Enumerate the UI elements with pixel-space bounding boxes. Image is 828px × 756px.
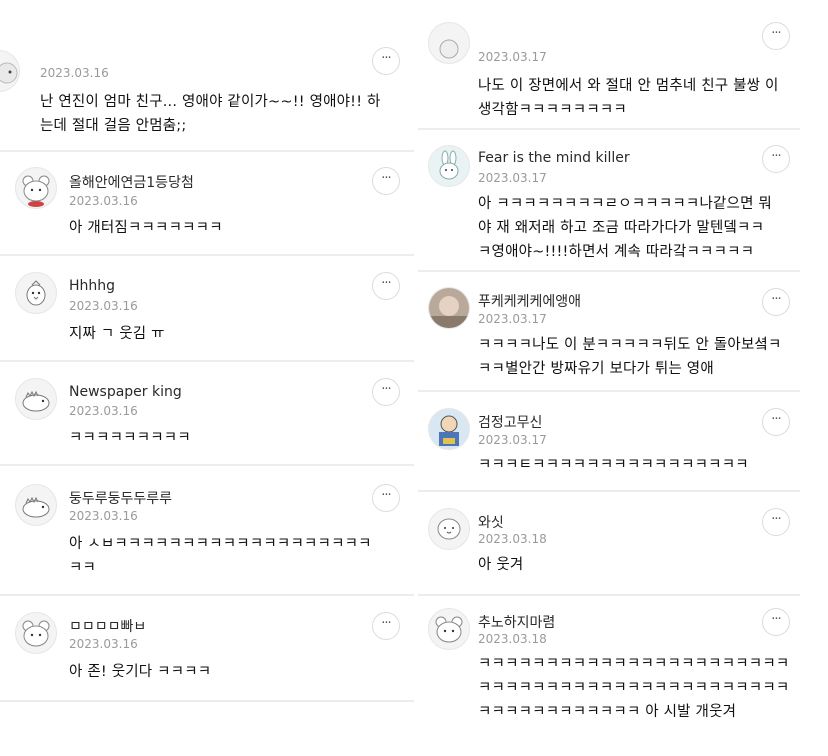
more-options-button[interactable]: ··· [372, 378, 400, 406]
comment-username[interactable]: 올해안에연금1등당첨 [69, 172, 194, 192]
photo-avatar-icon[interactable] [428, 287, 470, 329]
comment-text: ㅋㅋㅋㅌㅋㅋㅋㅋㅋㅋㅋㅋㅋㅋㅋㅋㅋㅋㅋㅋ [478, 457, 749, 473]
comment-text: ㅋㅋㅋㅋㅋㅋㅋㅋㅋ [69, 430, 191, 446]
more-options-button[interactable]: ··· [762, 145, 790, 173]
comment-item: Newspaper king 2023.03.16 ··· ㅋㅋㅋㅋㅋㅋㅋㅋㅋ [0, 362, 414, 464]
comment-username[interactable]: 추노하지마렴 [478, 612, 555, 632]
comment-date: 2023.03.18 [478, 532, 547, 546]
comment-item: 추노하지마렴 2023.03.18 ··· ㅋㅋㅋㅋㅋㅋㅋㅋㅋㅋㅋㅋㅋㅋㅋㅋㅋㅋ… [418, 596, 828, 746]
comment-date: 2023.03.18 [478, 632, 547, 646]
chick-avatar-icon[interactable] [15, 272, 57, 314]
comment-date: 2023.03.16 [69, 299, 138, 313]
comment-date: 2023.03.17 [478, 312, 547, 326]
comment-text: ㅋㅋㅋㅋ나도 이 분ㅋㅋㅋㅋㅋ뒤도 안 돌아보셬ㅋ ㅋㅋ별안간 방짜유기 보다가… [478, 337, 782, 377]
comment-text: 아 존! 웃기다 ㅋㅋㅋㅋ [69, 664, 212, 680]
animal-avatar-icon[interactable] [428, 22, 470, 64]
comment-text: 아 ㅋㅋㅋㅋㅋㅋㅋㅋㄹㅇㅋㅋㅋㅋㅋ나같으면 뭐 야 재 왜저래 하고 조금 따라… [478, 196, 772, 260]
comment-username[interactable]: Hhhhg [69, 278, 115, 294]
comment-date: 2023.03.16 [69, 404, 138, 418]
comment-text: 나도 이 장면에서 와 절대 안 멈추네 친구 불쌍 이 생각함ㅋㅋㅋㅋㅋㅋㅋㅋ [478, 78, 779, 118]
dinosaur-avatar-icon[interactable] [15, 378, 57, 420]
cartoon-avatar-icon[interactable] [428, 408, 470, 450]
comment-text: 아 개터짐ㅋㅋㅋㅋㅋㅋㅋ [69, 220, 223, 236]
dinosaur-avatar-icon[interactable] [15, 484, 57, 526]
comment-item: Hhhhg 2023.03.16 ··· 지짜 ㄱ 웃김 ㅠ [0, 256, 414, 360]
comment-text: 아 ㅅㅂㅋㅋㅋㅋㅋㅋㅋㅋㅋㅋㅋㅋㅋㅋㅋㅋㅋㅋㅋ ㅋㅋ [69, 536, 372, 576]
comment-text: 아 웃겨 [478, 557, 524, 573]
comment-username[interactable]: Fear is the mind killer [478, 150, 630, 166]
comment-date: 2023.03.17 [478, 433, 547, 447]
comment-column-left: 2023.03.16 ··· 난 연진이 엄마 친구... 영애야 같이가~~!… [0, 0, 414, 756]
animal-avatar-icon[interactable] [0, 50, 20, 92]
comment-item: 2023.03.16 ··· 난 연진이 엄마 친구... 영애야 같이가~~!… [0, 0, 414, 150]
more-options-button[interactable]: ··· [372, 484, 400, 512]
bear-avatar-icon[interactable] [15, 612, 57, 654]
comment-date: 2023.03.16 [40, 66, 109, 80]
more-options-button[interactable]: ··· [762, 22, 790, 50]
comment-date: 2023.03.16 [69, 637, 138, 651]
more-options-button[interactable]: ··· [762, 508, 790, 536]
comment-column-right: 2023.03.17 ··· 나도 이 장면에서 와 절대 안 멈추네 친구 불… [418, 0, 828, 756]
comment-item: ㅁㅁㅁㅁ빠ㅂ 2023.03.16 ··· 아 존! 웃기다 ㅋㅋㅋㅋ [0, 596, 414, 700]
comment-username[interactable]: Newspaper king [69, 384, 182, 400]
comment-item: 푸케케케케에앵애 2023.03.17 ··· ㅋㅋㅋㅋ나도 이 분ㅋㅋㅋㅋㅋ뒤… [418, 272, 828, 390]
comment-date: 2023.03.17 [478, 171, 547, 185]
bear-avatar-icon[interactable] [428, 608, 470, 650]
more-options-button[interactable]: ··· [762, 288, 790, 316]
comment-text: 지짜 ㄱ 웃김 ㅠ [69, 326, 165, 342]
comment-username[interactable]: 와싯 [478, 512, 504, 532]
comment-item: 와싯 2023.03.18 ··· 아 웃겨 [418, 492, 828, 594]
comment-item: Fear is the mind killer 2023.03.17 ··· 아… [418, 130, 828, 270]
more-options-button[interactable]: ··· [762, 408, 790, 436]
comment-username[interactable]: 검정고무신 [478, 412, 542, 432]
comment-date: 2023.03.16 [69, 509, 138, 523]
comment-text: 난 연진이 엄마 친구... 영애야 같이가~~!! 영애야!! 하 는데 절대… [40, 94, 381, 134]
comment-item: 검정고무신 2023.03.17 ··· ㅋㅋㅋㅌㅋㅋㅋㅋㅋㅋㅋㅋㅋㅋㅋㅋㅋㅋㅋ… [418, 392, 828, 490]
comment-date: 2023.03.16 [69, 194, 138, 208]
comment-date: 2023.03.17 [478, 50, 547, 64]
comment-text: ㅋㅋㅋㅋㅋㅋㅋㅋㅋㅋㅋㅋㅋㅋㅋㅋㅋㅋㅋㅋㅋㅋㅋ ㅋㅋㅋㅋㅋㅋㅋㅋㅋㅋㅋㅋㅋㅋㅋㅋ… [478, 656, 790, 720]
comment-username[interactable]: 푸케케케케에앵애 [478, 291, 581, 311]
more-options-button[interactable]: ··· [372, 167, 400, 195]
more-options-button[interactable]: ··· [372, 612, 400, 640]
comment-item: 올해안에연금1등당첨 2023.03.16 ··· 아 개터짐ㅋㅋㅋㅋㅋㅋㅋ [0, 152, 414, 254]
more-options-button[interactable]: ··· [372, 272, 400, 300]
more-options-button[interactable]: ··· [372, 47, 400, 75]
comment-username[interactable]: 둥두루둥두두루루 [69, 488, 172, 508]
comment-item: 둥두루둥두두루루 2023.03.16 ··· 아 ㅅㅂㅋㅋㅋㅋㅋㅋㅋㅋㅋㅋㅋㅋ… [0, 466, 414, 594]
comment-username[interactable]: ㅁㅁㅁㅁ빠ㅂ [69, 616, 146, 636]
rabbit-avatar-icon[interactable] [428, 145, 470, 187]
more-options-button[interactable]: ··· [762, 608, 790, 636]
comment-item: 2023.03.17 ··· 나도 이 장면에서 와 절대 안 멈추네 친구 불… [418, 0, 828, 128]
ghost-avatar-icon[interactable] [428, 508, 470, 550]
comment-divider [0, 700, 414, 702]
bear-avatar-icon[interactable] [15, 167, 57, 209]
